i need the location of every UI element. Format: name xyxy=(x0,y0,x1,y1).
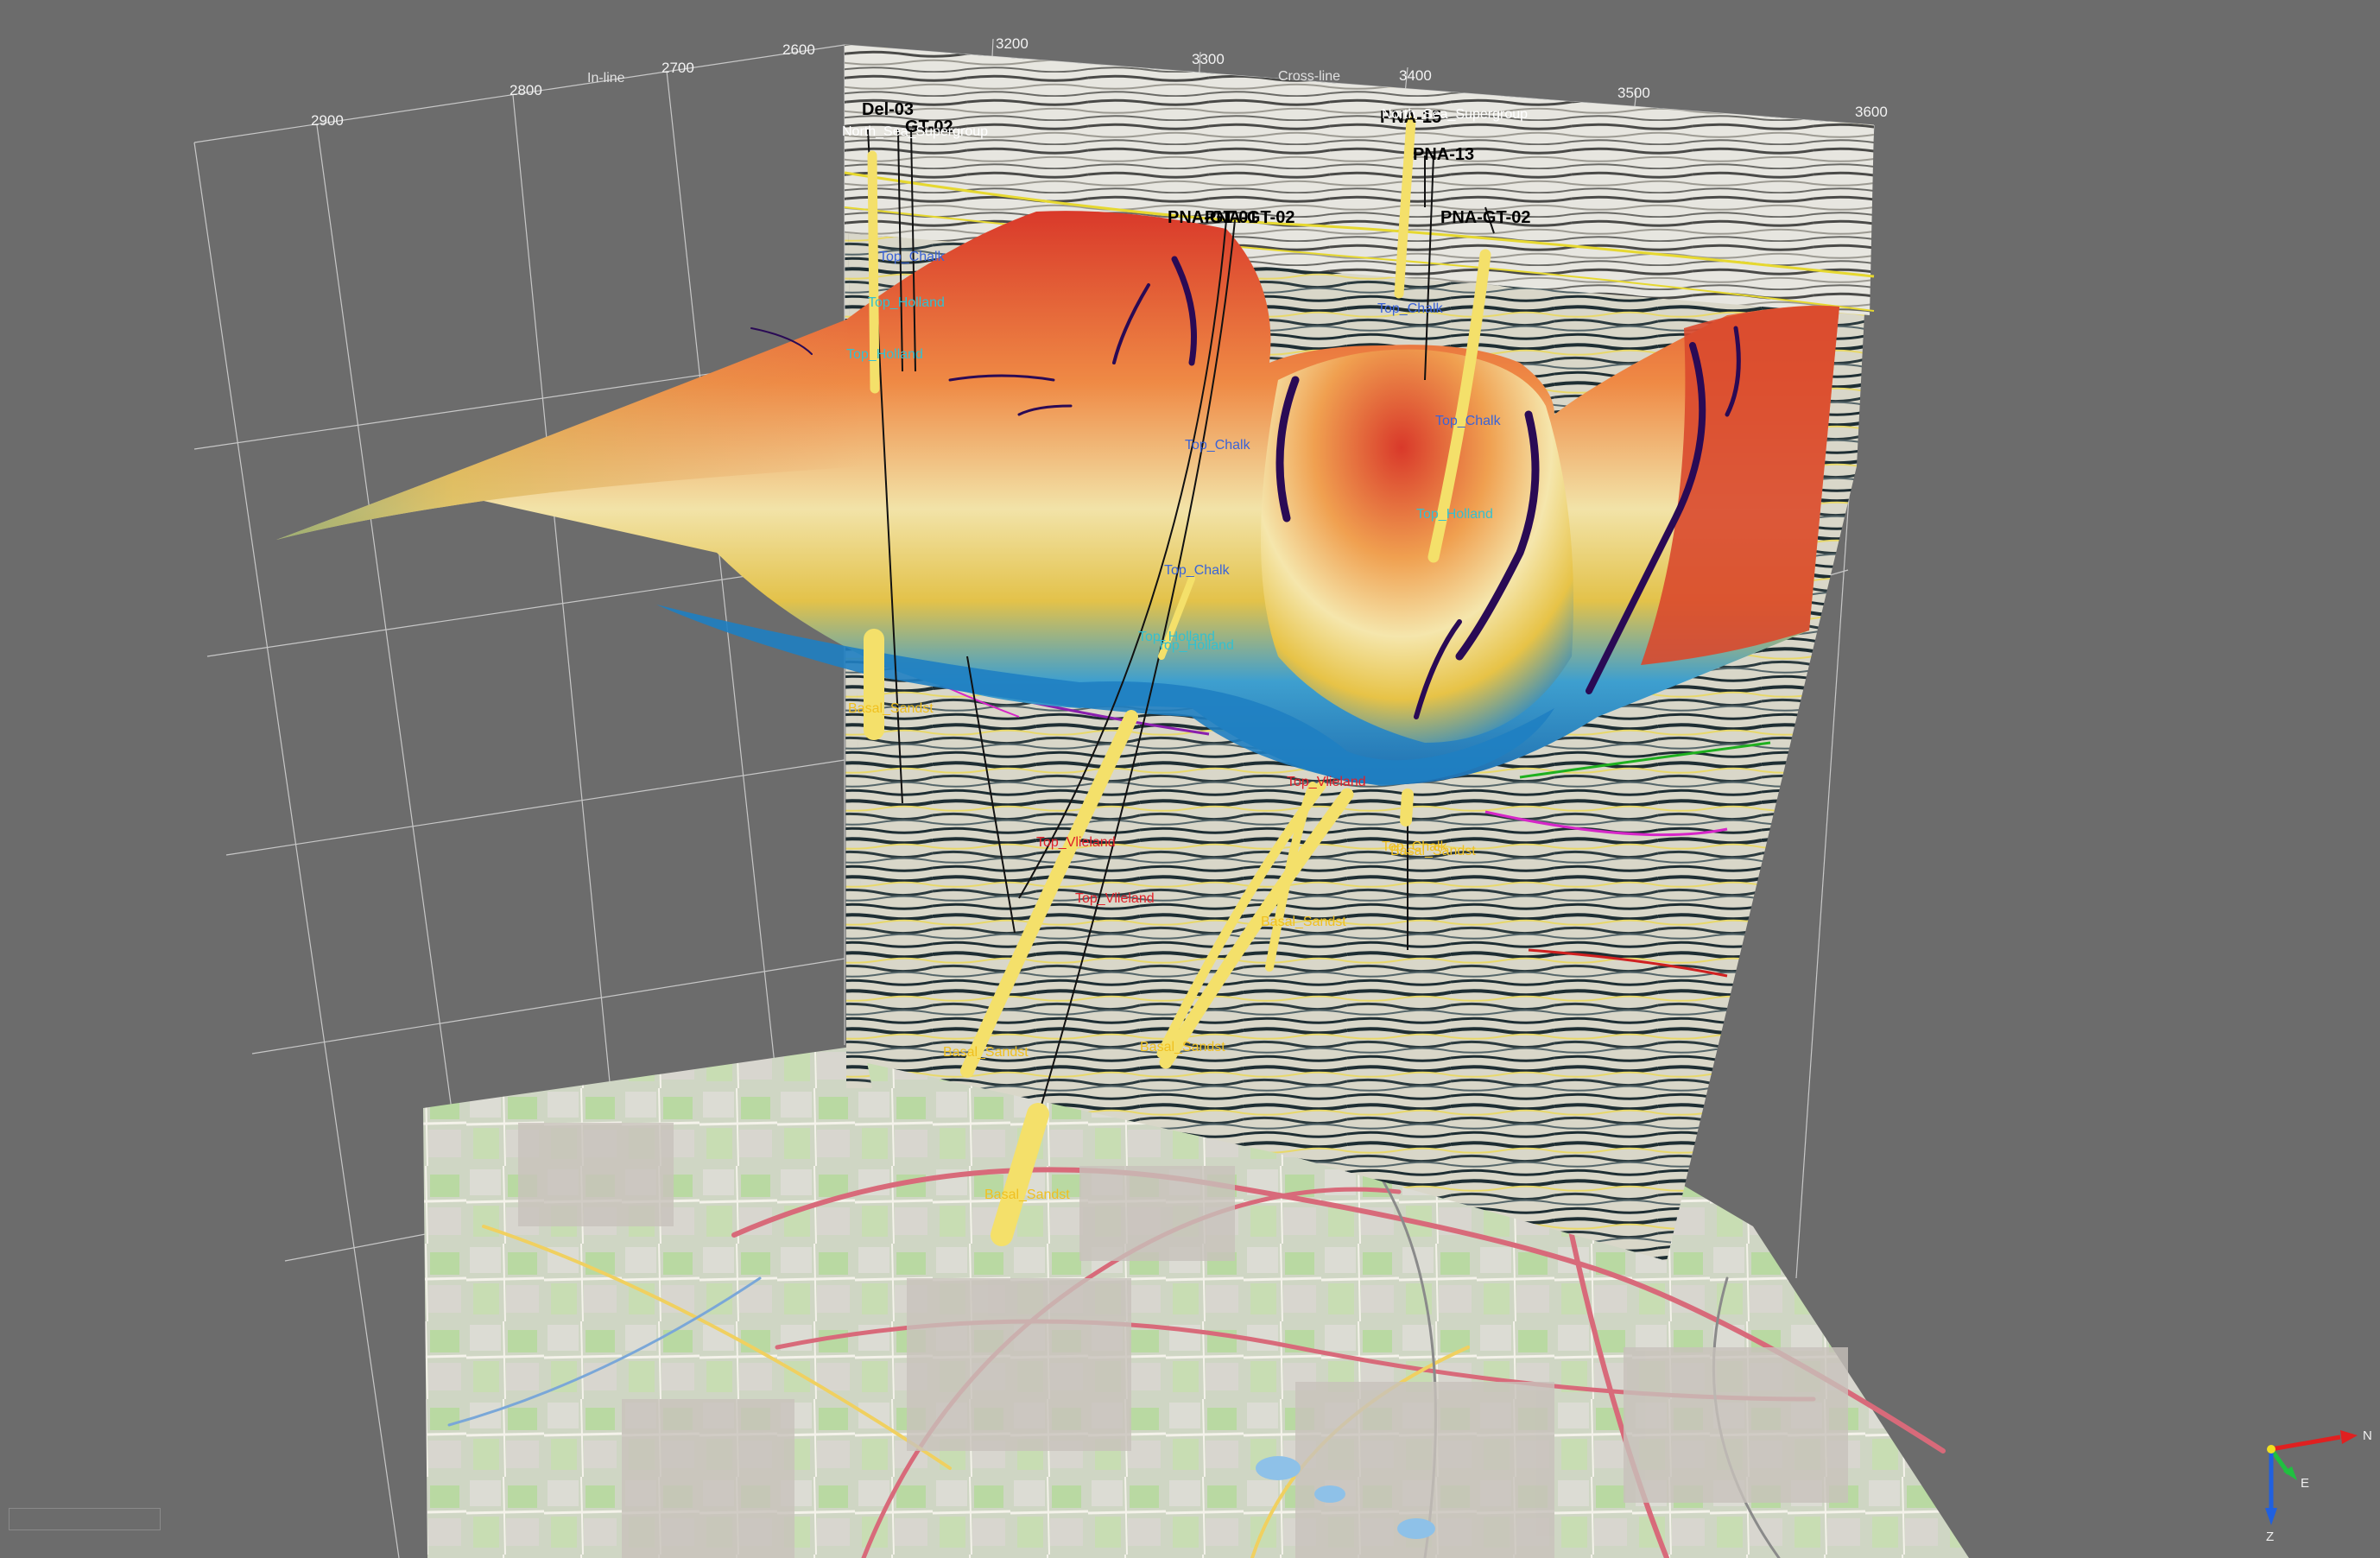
well-label-pna-13[interactable]: PNA-13 xyxy=(1413,145,1474,164)
orientation-gizmo[interactable]: N E Z xyxy=(2265,1428,2372,1544)
north-axis xyxy=(2270,1434,2341,1452)
east-axis xyxy=(2269,1447,2291,1475)
inline-tick: 2700 xyxy=(661,60,694,76)
marker-top-holland: Top_Holland xyxy=(846,347,923,362)
marker-basal-sandstone: Basal_Sandst xyxy=(848,701,934,716)
marker-top-vlieland: Top_Vlieland xyxy=(1036,835,1116,850)
3d-viewport[interactable]: 2900 2800 In-line 2700 2600 3200 3300 Cr… xyxy=(0,0,2380,1558)
down-arrow-icon xyxy=(2265,1508,2277,1525)
marker-top-holland: Top_Holland xyxy=(868,295,945,310)
inline-tick: 2600 xyxy=(782,41,815,58)
north-arrow-icon xyxy=(2340,1430,2358,1444)
marker-top-chalk: Top_Chalk xyxy=(879,250,946,264)
gizmo-origin xyxy=(2267,1445,2276,1454)
inline-tick: 2800 xyxy=(510,82,542,98)
marker-top-vlieland: Top_Vlieland xyxy=(1287,775,1366,789)
marker-north-sea: North_Sea_Supergroup xyxy=(842,124,988,139)
crossline-tick: 3200 xyxy=(996,35,1029,52)
crossline-tick: 3300 xyxy=(1192,51,1225,67)
well-label-del-03[interactable]: Del-03 xyxy=(862,100,914,119)
marker-top-holland: Top_Holland xyxy=(1416,507,1493,522)
crossline-axis-title: Cross-line xyxy=(1278,69,1340,84)
crossline-tick: 3500 xyxy=(1617,85,1650,101)
well-label-pna-gt-02[interactable]: PNA-GT-02 xyxy=(1440,208,1530,227)
marker-top-chalk: Top_Chalk xyxy=(1377,301,1444,316)
status-box xyxy=(9,1508,161,1530)
marker-top-holland: Top_Holland xyxy=(1157,638,1234,653)
marker-top-chalk: Top_Chalk xyxy=(1185,438,1251,453)
marker-top-chalk: Top_Chalk xyxy=(1435,414,1502,428)
inline-axis-title: In-line xyxy=(587,71,625,86)
salt-dome-crest xyxy=(1261,349,1573,743)
marker-basal-sandstone: Basal_Sandst xyxy=(984,1188,1070,1202)
marker-basal-sandstone: Basal_Sandst xyxy=(1261,915,1346,929)
inline-tick: 2900 xyxy=(311,112,344,129)
crossline-tick: 3400 xyxy=(1399,67,1432,84)
marker-basal-sandstone: Basal_Sandst xyxy=(943,1045,1029,1060)
marker-basal-sandstone: Basal_Sandst xyxy=(1390,844,1476,858)
well-label-pna-gt-02-b[interactable]: PNA-GT-02 xyxy=(1205,208,1294,227)
marker-top-vlieland: Top_Vlieland xyxy=(1075,891,1155,906)
east-label: E xyxy=(2301,1476,2309,1491)
marker-top-chalk: Top_Chalk xyxy=(1164,563,1231,578)
down-label: Z xyxy=(2266,1530,2274,1544)
marker-basal-sandstone: Basal_Sandst xyxy=(1140,1040,1225,1054)
crossline-tick: 3600 xyxy=(1855,104,1888,120)
north-label: N xyxy=(2363,1428,2372,1443)
marker-north-sea: North_Sea_Supergroup xyxy=(1382,107,1528,122)
